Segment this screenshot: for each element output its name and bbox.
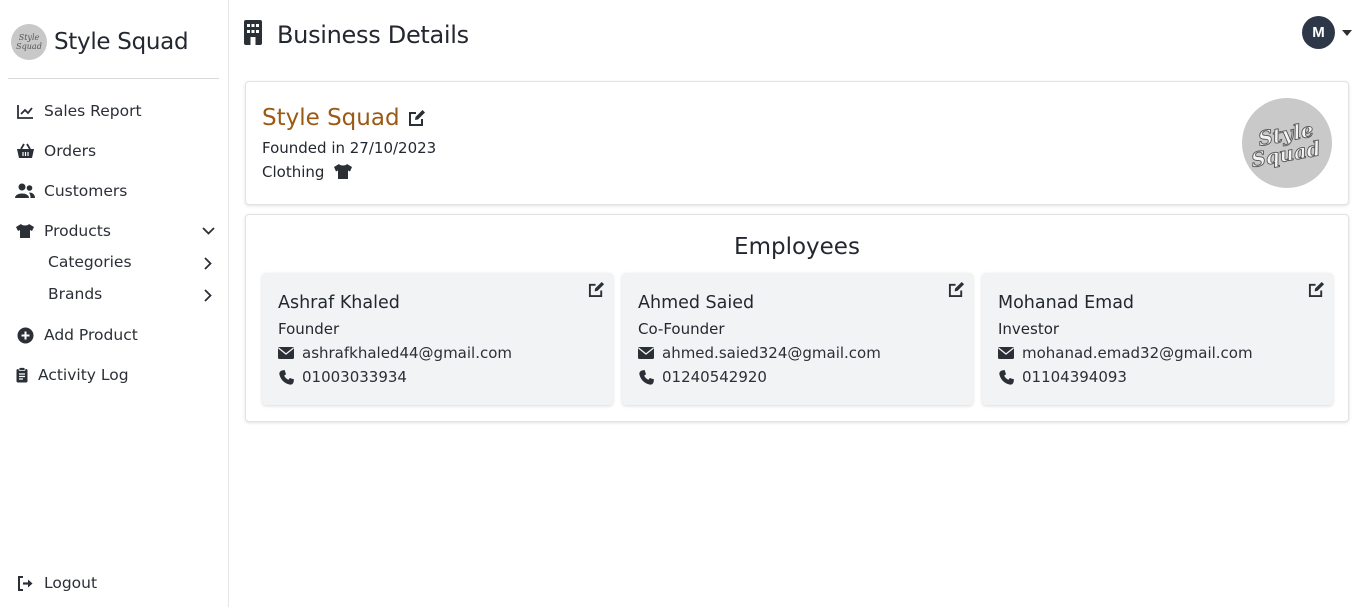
employee-email: mohanad.emad32@gmail.com	[1022, 344, 1253, 362]
business-name: Style Squad	[262, 105, 400, 131]
employee-card: Ashraf Khaled Founder ashrafkhaled44@gma…	[262, 273, 613, 405]
sidebar-item-label: Orders	[44, 142, 97, 160]
employee-email-row: mohanad.emad32@gmail.com	[998, 344, 1253, 362]
sign-out-icon	[15, 573, 35, 593]
employee-phone-row: 01104394093	[998, 368, 1127, 386]
brand[interactable]: Style Squad Style Squad	[11, 24, 189, 60]
sidebar-item-label: Customers	[44, 182, 128, 200]
business-founded: Founded in 27/10/2023	[262, 139, 437, 157]
employee-name: Ashraf Khaled	[278, 293, 400, 313]
chart-line-icon	[15, 101, 35, 121]
phone-icon	[278, 369, 294, 385]
edit-icon[interactable]	[408, 109, 426, 127]
business-name-row: Style Squad	[262, 105, 426, 131]
sidebar-item-add-product[interactable]: Add Product	[15, 325, 138, 345]
sidebar-subitem-label: Brands	[48, 285, 103, 303]
business-logo: Style Squad	[1242, 98, 1332, 188]
sidebar-item-activity-log[interactable]: Activity Log	[15, 365, 129, 385]
chevron-right-icon	[201, 256, 215, 270]
employee-phone: 01104394093	[1022, 368, 1127, 386]
employees-card: Employees Ashraf Khaled Founder ashrafkh…	[245, 214, 1349, 422]
envelope-icon	[638, 345, 654, 361]
edit-icon[interactable]	[588, 281, 605, 298]
plus-circle-icon	[15, 325, 35, 345]
brand-name: Style Squad	[54, 29, 189, 55]
business-card: Style Squad Founded in 27/10/2023 Clothi…	[245, 81, 1349, 205]
shirt-icon	[333, 163, 353, 181]
sidebar-item-label: Sales Report	[44, 102, 142, 120]
logout-label: Logout	[44, 574, 98, 592]
svg-text:Squad: Squad	[16, 42, 42, 51]
sidebar-subitem-label: Categories	[48, 253, 132, 271]
employee-role: Co-Founder	[638, 320, 725, 338]
shirt-icon	[15, 221, 35, 241]
sidebar-item-label: Activity Log	[38, 366, 129, 384]
edit-icon[interactable]	[1308, 281, 1325, 298]
employee-name: Mohanad Emad	[998, 293, 1135, 313]
employee-phone: 01240542920	[662, 368, 767, 386]
envelope-icon	[278, 345, 294, 361]
employee-role: Founder	[278, 320, 340, 338]
employees-heading: Employees	[734, 234, 860, 260]
sidebar-item-products[interactable]: Products	[15, 221, 215, 241]
sidebar-divider	[8, 78, 219, 79]
users-icon	[15, 181, 35, 201]
envelope-icon	[998, 345, 1014, 361]
employee-card: Ahmed Saied Co-Founder ahmed.saied324@gm…	[622, 273, 973, 405]
basket-icon	[15, 141, 35, 161]
employee-phone-row: 01240542920	[638, 368, 767, 386]
sidebar-item-orders[interactable]: Orders	[15, 141, 96, 161]
phone-icon	[998, 369, 1014, 385]
page-header: Business Details	[243, 20, 469, 49]
employee-phone-row: 01003033934	[278, 368, 407, 386]
sidebar: Style Squad Style Squad Sales Report Ord…	[0, 0, 229, 607]
employee-name: Ahmed Saied	[638, 293, 755, 313]
sidebar-item-customers[interactable]: Customers	[15, 181, 127, 201]
sidebar-subitem-categories[interactable]: Categories	[48, 253, 215, 271]
business-category-row: Clothing	[262, 163, 353, 181]
edit-icon[interactable]	[948, 281, 965, 298]
logout-button[interactable]: Logout	[15, 573, 97, 593]
employee-email: ahmed.saied324@gmail.com	[662, 344, 881, 362]
svg-text:Style: Style	[19, 33, 40, 42]
brand-logo: Style Squad	[11, 24, 47, 60]
user-avatar[interactable]: M	[1302, 16, 1335, 49]
sidebar-item-label: Add Product	[44, 326, 138, 344]
employee-card: Mohanad Emad Investor mohanad.emad32@gma…	[982, 273, 1333, 405]
employee-phone: 01003033934	[302, 368, 407, 386]
employee-role: Investor	[998, 320, 1060, 338]
caret-down-icon[interactable]	[1342, 30, 1352, 36]
phone-icon	[638, 369, 654, 385]
business-category: Clothing	[262, 163, 325, 181]
employee-email: ashrafkhaled44@gmail.com	[302, 344, 513, 362]
chevron-right-icon	[201, 288, 215, 302]
employee-email-row: ahmed.saied324@gmail.com	[638, 344, 881, 362]
building-icon	[243, 20, 263, 49]
page-title: Business Details	[277, 20, 469, 49]
sidebar-item-label: Products	[44, 222, 111, 240]
employee-email-row: ashrafkhaled44@gmail.com	[278, 344, 512, 362]
sidebar-item-sales-report[interactable]: Sales Report	[15, 101, 142, 121]
chevron-down-icon[interactable]	[201, 224, 215, 238]
sidebar-subitem-brands[interactable]: Brands	[48, 285, 215, 303]
clipboard-icon	[15, 365, 29, 385]
